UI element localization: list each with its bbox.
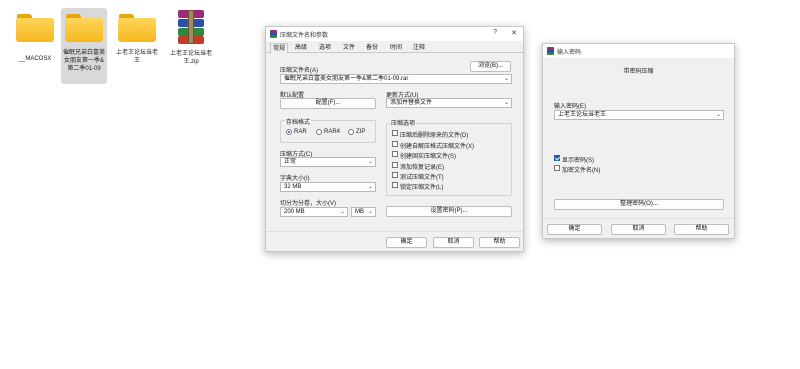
archive-dialog-titlebar: 压缩文件名和参数 ? ✕ [266,27,523,41]
desktop-icon-label: 上老王论坛当老 王.zip [166,50,216,66]
desktop-folder-macosx[interactable]: __MACOSX [10,8,60,63]
help-button[interactable]: 帮助 [479,237,520,248]
desktop-icon-label: __MACOSX [18,56,52,62]
password-label: 输入密码(E) [554,104,586,110]
password-dialog: 输入密码 带密码压缩 输入密码(E) 上老王论坛当老王 ⌄ 显示密码(S) 加密… [542,43,735,239]
format-rar4-label: RAR4 [324,129,341,135]
winrar-icon [547,47,554,55]
label-line: 上老王论坛当老 [169,51,212,57]
tab-backup[interactable]: 备份 [364,43,380,54]
split-size-select[interactable]: 200 MB ⌄ [280,207,348,217]
label-line: 女朋友第一季& [63,58,104,64]
desktop-folder-selected[interactable]: 催眠兄弟白富美 女朋友第一季& 第二季01-09 [61,8,107,84]
option-test-checkbox[interactable] [392,172,398,178]
split-unit-select[interactable]: MB ⌄ [351,207,376,217]
password-value: 上老王论坛当老王 [558,112,607,118]
option-solid-checkbox[interactable] [392,151,398,157]
tab-files[interactable]: 文件 [341,43,357,54]
chevron-down-icon[interactable]: ⌄ [368,208,373,216]
tab-comment[interactable]: 注释 [411,43,427,54]
archive-name-value: 催眠兄弟白富美女朋友第一季&第二季01-09.rar [284,76,409,82]
option-sfx-checkbox[interactable] [392,141,398,147]
chevron-down-icon[interactable]: ⌄ [504,99,509,107]
dict-label: 字典大小(I) [280,176,310,182]
label-line: 催眠兄弟白富美 [62,50,105,56]
password-ok-button[interactable]: 确定 [547,224,602,235]
encrypt-names-checkbox[interactable] [554,165,560,171]
option-lock-checkbox[interactable] [392,182,398,188]
show-password-label: 显示密码(S) [562,158,594,164]
label-line: 王 [133,58,140,64]
update-mode-value: 添加并替换文件 [390,100,433,106]
password-heading: 带密码压缩 [623,69,654,75]
label-line: 第二季01-09 [67,66,101,72]
rar-archive-icon [176,10,206,44]
format-rar4-radio[interactable] [316,129,322,135]
folder-icon [16,12,54,42]
desktop-zip-file[interactable]: 上老王论坛当老 王.zip [166,8,216,66]
tab-general[interactable]: 常规 [270,43,288,54]
desktop-icon-label: 催眠兄弟白富美 女朋友第一季& 第二季01-09 [61,49,107,73]
archive-name-label: 压缩文件名(A) [280,68,318,74]
method-select[interactable]: 正常 ⌄ [280,157,376,167]
password-help-button[interactable]: 帮助 [674,224,729,235]
tab-options[interactable]: 选项 [317,43,333,54]
close-icon[interactable]: ✕ [511,29,517,37]
label-line: 王.zip [183,59,199,65]
format-zip-label: ZIP [356,129,366,135]
option-recovery-label: 添加恢复记录(E) [400,165,444,171]
split-label: 切分为分卷，大小(V) [280,201,336,207]
options-group-label: 压缩选项 [390,118,417,127]
organize-passwords-button[interactable]: 整理密码(O)... [554,199,724,210]
tab-advanced[interactable]: 高级 [293,43,309,54]
profile-button[interactable]: 配置(F)... [280,98,376,109]
chevron-down-icon[interactable]: ⌄ [368,158,373,166]
password-dialog-title: 输入密码 [557,50,582,56]
split-unit-value: MB [355,209,364,215]
dict-value: 32 MB [284,184,302,190]
set-password-button[interactable]: 设置密码(P)... [386,206,512,217]
option-delete-label: 压缩后删除原来的文件(D) [400,133,469,139]
label-line: 上老王论坛当老 [115,50,158,56]
option-recovery-checkbox[interactable] [392,162,398,168]
format-rar-label: RAR [294,129,307,135]
help-icon[interactable]: ? [493,29,497,36]
archive-dialog: 压缩文件名和参数 ? ✕ 常规 高级 选项 文件 备份 时间 注释 压缩文件名(… [265,26,524,252]
folder-icon [65,12,103,42]
encrypt-names-label: 加密文件名(N) [562,168,601,174]
option-lock-label: 锁定压缩文件(L) [400,185,444,191]
archive-dialog-title: 压缩文件名和参数 [280,33,329,39]
format-zip-radio[interactable] [348,129,354,135]
format-rar-radio[interactable] [286,129,292,135]
ok-button[interactable]: 确定 [386,237,427,248]
folder-icon [118,12,156,42]
option-delete-checkbox[interactable] [392,130,398,136]
tab-time[interactable]: 时间 [388,43,404,54]
option-test-label: 测试压缩文件(T) [400,175,444,181]
option-sfx-label: 创建自解压格式压缩文件(X) [400,144,474,150]
show-password-checkbox[interactable] [554,155,560,161]
password-dialog-titlebar: 输入密码 [543,44,734,58]
winrar-icon [270,30,277,38]
password-cancel-button[interactable]: 取消 [611,224,666,235]
format-group-label: 存档格式 [285,117,312,126]
desktop-icon-label: 上老王论坛当老 王 [112,49,162,65]
archive-name-input[interactable]: 催眠兄弟白富美女朋友第一季&第二季01-09.rar ⌄ [280,74,512,84]
method-value: 正常 [284,159,297,165]
update-mode-select[interactable]: 添加并替换文件 ⌄ [386,98,512,108]
desktop-folder-laowang[interactable]: 上老王论坛当老 王 [112,8,162,65]
chevron-down-icon[interactable]: ⌄ [504,75,509,83]
browse-button[interactable]: 浏览(B)... [470,61,511,72]
dict-select[interactable]: 32 MB ⌄ [280,182,376,192]
option-solid-label: 创建固实压缩文件(S) [400,154,456,160]
chevron-down-icon[interactable]: ⌄ [340,208,345,216]
split-size-value: 200 MB [284,209,305,215]
chevron-down-icon[interactable]: ⌄ [368,183,373,191]
cancel-button[interactable]: 取消 [433,237,474,248]
chevron-down-icon[interactable]: ⌄ [716,111,721,119]
password-input[interactable]: 上老王论坛当老王 ⌄ [554,110,724,120]
